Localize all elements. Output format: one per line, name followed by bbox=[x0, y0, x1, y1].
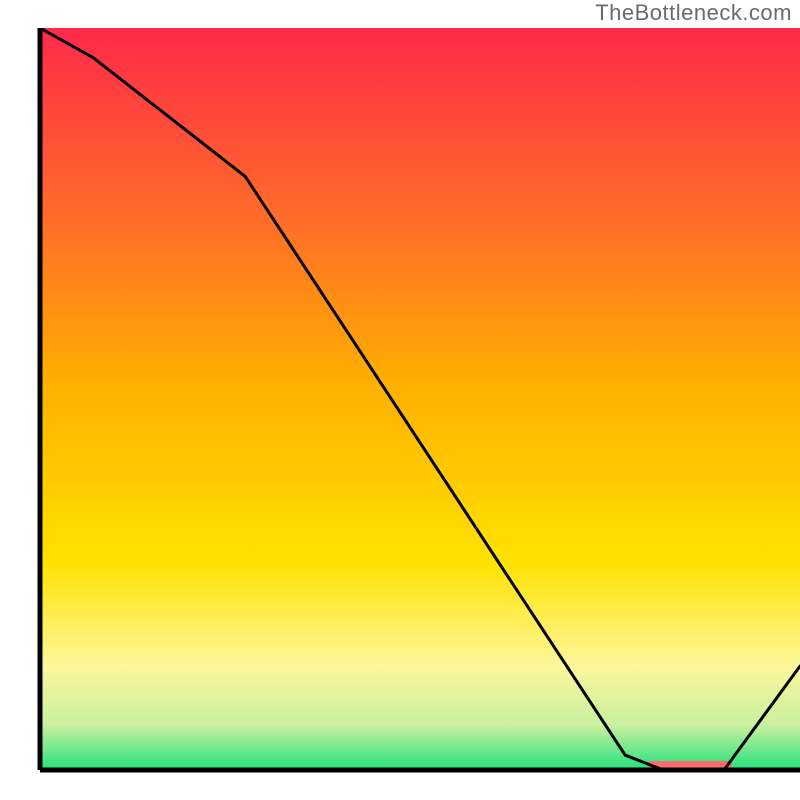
bottleneck-chart bbox=[0, 28, 800, 800]
chart-background bbox=[40, 28, 800, 770]
attribution-text: TheBottleneck.com bbox=[595, 0, 792, 26]
